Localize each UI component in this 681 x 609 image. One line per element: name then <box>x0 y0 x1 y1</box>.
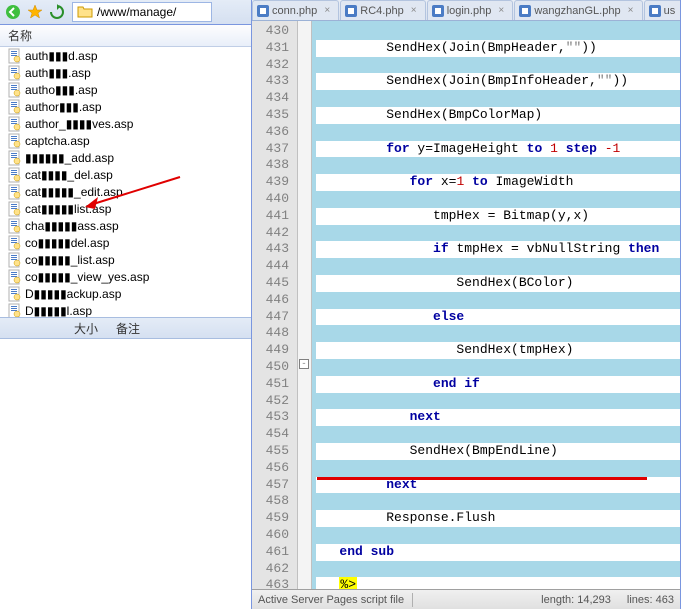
back-icon[interactable] <box>4 3 22 21</box>
favorite-icon[interactable] <box>26 3 44 21</box>
file-item[interactable]: D▮▮▮▮▮l.asp <box>0 302 251 317</box>
file-toolbar <box>0 0 251 25</box>
file-name: captcha.asp <box>25 134 90 148</box>
fold-marker[interactable]: - <box>299 359 309 369</box>
file-list: auth▮▮▮d.asp auth▮▮▮.asp autho▮▮▮.asp autho… <box>0 47 251 317</box>
php-file-icon <box>257 5 269 17</box>
file-name: ▮▮▮▮▮▮_add.asp <box>25 151 114 165</box>
file-item[interactable]: co▮▮▮▮▮del.asp <box>0 234 251 251</box>
tab-label: login.php <box>447 5 492 17</box>
status-lines: lines: 463 <box>627 594 674 606</box>
line-gutter: 4304314324334344354364374384394404414424… <box>252 21 298 589</box>
file-item[interactable]: cat▮▮▮▮▮list.asp <box>0 200 251 217</box>
file-item[interactable]: autho▮▮▮.asp <box>0 81 251 98</box>
highlight-underline <box>317 477 647 480</box>
close-icon[interactable]: × <box>409 6 419 16</box>
file-item[interactable]: captcha.asp <box>0 132 251 149</box>
file-item[interactable]: auth▮▮▮d.asp <box>0 47 251 64</box>
status-filetype: Active Server Pages script file <box>258 594 404 606</box>
editor-tab[interactable]: conn.php × <box>252 0 339 20</box>
file-item[interactable]: author_▮▮▮▮ves.asp <box>0 115 251 132</box>
editor-tabs: conn.php×RC4.php×login.php×wangzhanGL.ph… <box>252 0 680 21</box>
php-file-icon <box>432 5 444 17</box>
file-name: author▮▮▮.asp <box>25 100 102 114</box>
php-file-icon <box>519 5 531 17</box>
php-file-icon <box>649 5 661 17</box>
folder-icon <box>77 4 93 20</box>
close-icon[interactable]: × <box>322 6 332 16</box>
status-bar: Active Server Pages script file length: … <box>252 589 680 609</box>
file-item[interactable]: co▮▮▮▮▮_list.asp <box>0 251 251 268</box>
file-item[interactable]: auth▮▮▮.asp <box>0 64 251 81</box>
bottom-space <box>0 339 251 609</box>
bottom-columns: 大小 备注 <box>0 317 251 339</box>
file-item[interactable]: cat▮▮▮▮_del.asp <box>0 166 251 183</box>
file-name: cat▮▮▮▮▮_edit.asp <box>25 185 123 199</box>
file-name: cha▮▮▮▮▮ass.asp <box>25 219 119 233</box>
file-item[interactable]: D▮▮▮▮▮ackup.asp <box>0 285 251 302</box>
tab-label: us <box>664 5 676 17</box>
editor-tab[interactable]: RC4.php × <box>340 0 425 20</box>
file-name: auth▮▮▮d.asp <box>25 49 98 63</box>
file-name: co▮▮▮▮▮del.asp <box>25 236 109 250</box>
tab-label: wangzhanGL.php <box>534 5 620 17</box>
path-box <box>72 2 212 22</box>
close-icon[interactable]: × <box>626 6 636 16</box>
file-item[interactable]: cha▮▮▮▮▮ass.asp <box>0 217 251 234</box>
code-editor[interactable]: 4304314324334344354364374384394404414424… <box>252 21 680 589</box>
file-item[interactable]: author▮▮▮.asp <box>0 98 251 115</box>
file-item[interactable]: co▮▮▮▮▮_view_yes.asp <box>0 268 251 285</box>
file-name: author_▮▮▮▮ves.asp <box>25 117 133 131</box>
col-notes[interactable]: 备注 <box>116 320 140 337</box>
file-name: auth▮▮▮.asp <box>25 66 91 80</box>
file-name: D▮▮▮▮▮ackup.asp <box>25 287 121 301</box>
file-name: autho▮▮▮.asp <box>25 83 98 97</box>
tab-label: conn.php <box>272 5 317 17</box>
file-name: D▮▮▮▮▮l.asp <box>25 304 92 318</box>
editor-tab[interactable]: us× <box>644 0 680 20</box>
tab-label: RC4.php <box>360 5 403 17</box>
editor-tab[interactable]: login.php × <box>427 0 514 20</box>
editor-tab[interactable]: wangzhanGL.php × <box>514 0 642 20</box>
refresh-icon[interactable] <box>48 3 66 21</box>
file-item[interactable]: ▮▮▮▮▮▮_add.asp <box>0 149 251 166</box>
php-file-icon <box>345 5 357 17</box>
file-name: co▮▮▮▮▮_view_yes.asp <box>25 270 149 284</box>
file-name: cat▮▮▮▮▮list.asp <box>25 202 111 216</box>
path-input[interactable] <box>97 5 207 19</box>
fold-column: - <box>298 21 312 589</box>
col-size[interactable]: 大小 <box>74 320 98 337</box>
file-name: co▮▮▮▮▮_list.asp <box>25 253 115 267</box>
code-area[interactable]: SendHex(Join(BmpHeader,"")) SendHex(Join… <box>312 21 680 589</box>
file-item[interactable]: cat▮▮▮▮▮_edit.asp <box>0 183 251 200</box>
status-length: length: 14,293 <box>541 594 611 606</box>
file-name: cat▮▮▮▮_del.asp <box>25 168 113 182</box>
column-header-name[interactable]: 名称 <box>0 25 251 47</box>
close-icon[interactable]: × <box>496 6 506 16</box>
